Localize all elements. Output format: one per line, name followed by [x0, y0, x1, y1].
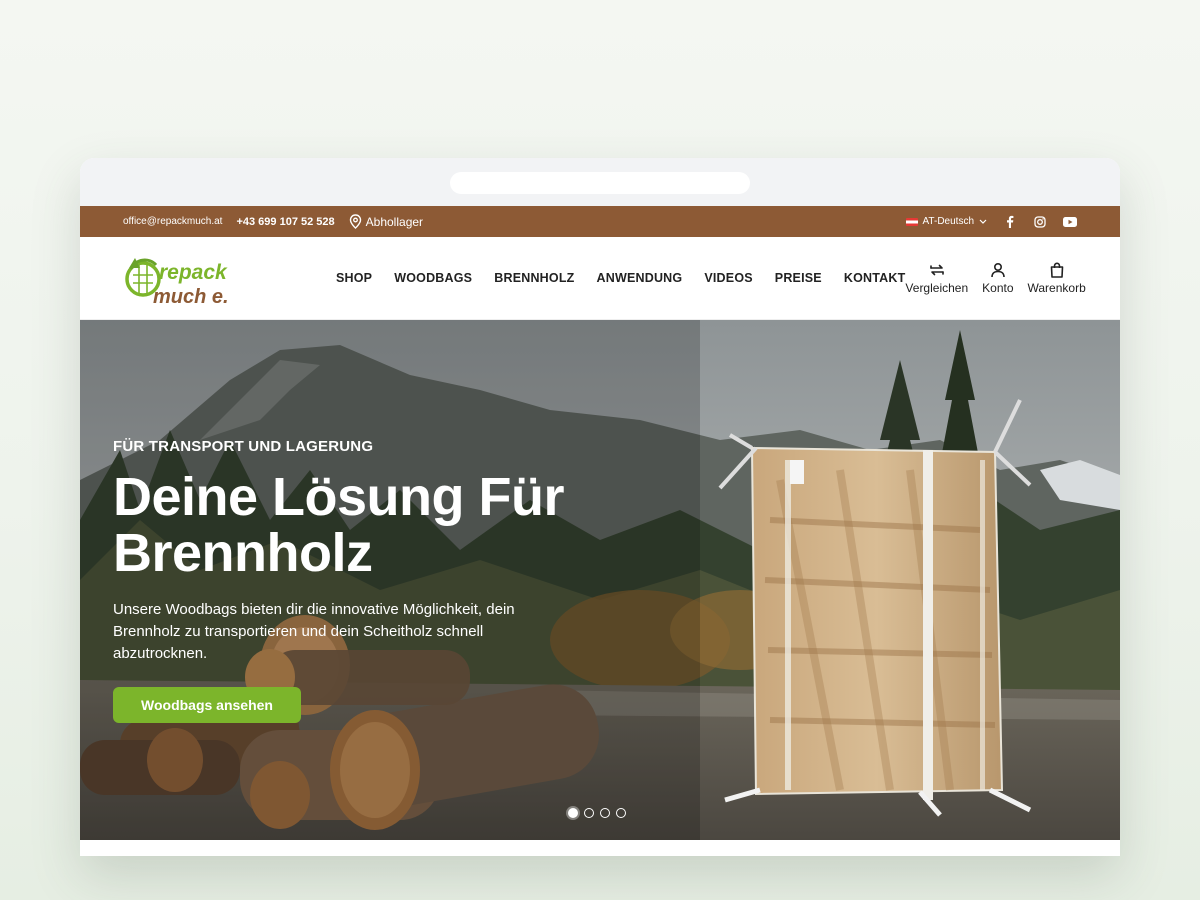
- svg-text:much e.U.: much e.U.: [153, 286, 228, 308]
- site-logo[interactable]: repack much e.U.: [123, 245, 249, 311]
- hero-content: FÜR TRANSPORT UND LAGERUNG Deine Lösung …: [113, 438, 633, 723]
- instagram-icon[interactable]: [1033, 215, 1047, 229]
- slide-dot-2[interactable]: [584, 808, 594, 818]
- account-label: Konto: [982, 280, 1014, 295]
- compare-arrows-icon: [929, 264, 944, 275]
- slide-dot-3[interactable]: [600, 808, 610, 818]
- woodbags-cta-button[interactable]: Woodbags ansehen: [113, 687, 301, 723]
- language-label: AT-Deutsch: [922, 216, 975, 227]
- account-button[interactable]: Konto: [982, 262, 1014, 295]
- hero-kicker: FÜR TRANSPORT UND LAGERUNG: [113, 438, 374, 455]
- hero-slider: FÜR TRANSPORT UND LAGERUNG Deine Lösung …: [80, 320, 1120, 840]
- top-info-bar: office@repackmuch.at +43 699 107 52 528 …: [80, 206, 1120, 237]
- menu-brennholz[interactable]: BRENNHOLZ: [494, 271, 574, 285]
- compare-label: Vergleichen: [905, 280, 969, 295]
- hero-description: Unsere Woodbags bieten dir die innovativ…: [113, 601, 515, 662]
- phone-link[interactable]: +43 699 107 52 528: [236, 216, 334, 228]
- slider-pagination: [568, 808, 626, 818]
- facebook-icon[interactable]: [1003, 215, 1017, 229]
- cart-button[interactable]: Warenkorb: [1027, 261, 1086, 295]
- chevron-down-icon: [979, 219, 987, 224]
- primary-menu: SHOP WOODBAGS BRENNHOLZ ANWENDUNG VIDEOS…: [336, 271, 905, 285]
- hero-title: Deine Lösung Für Brennholz: [113, 469, 633, 581]
- menu-preise[interactable]: PREISE: [775, 271, 822, 285]
- slide-dot-4[interactable]: [616, 808, 626, 818]
- menu-videos[interactable]: VIDEOS: [704, 271, 752, 285]
- browser-chrome: [80, 158, 1120, 206]
- menu-woodbags[interactable]: WOODBAGS: [394, 271, 472, 285]
- location-link[interactable]: Abhollager: [349, 214, 423, 229]
- address-bar[interactable]: [450, 172, 750, 194]
- repack-logo-icon: repack much e.U.: [125, 258, 249, 308]
- menu-kontakt[interactable]: KONTAKT: [844, 271, 906, 285]
- header-actions: Vergleichen Konto Warenkorb: [905, 261, 1086, 295]
- svg-text:repack: repack: [159, 261, 228, 284]
- user-icon: [991, 262, 1005, 277]
- compare-button[interactable]: Vergleichen: [905, 262, 968, 295]
- browser-window: office@repackmuch.at +43 699 107 52 528 …: [80, 158, 1120, 856]
- main-navigation: repack much e.U. SHOP WOODBAGS BRENNHOLZ…: [80, 237, 1120, 320]
- menu-anwendung[interactable]: ANWENDUNG: [597, 271, 683, 285]
- email-link[interactable]: office@repackmuch.at: [123, 216, 222, 227]
- youtube-icon[interactable]: [1063, 215, 1077, 229]
- slide-dot-1[interactable]: [568, 808, 578, 818]
- hero-title-line1: Deine Lösung Für: [113, 467, 565, 527]
- austria-flag-icon: [905, 217, 918, 226]
- location-label: Abhollager: [365, 214, 424, 229]
- cart-label: Warenkorb: [1027, 280, 1086, 295]
- menu-shop[interactable]: SHOP: [336, 271, 372, 285]
- shopping-bag-icon: [1050, 261, 1063, 278]
- hero-title-line2: Brennholz: [113, 523, 373, 583]
- language-selector[interactable]: AT-Deutsch: [905, 216, 988, 227]
- map-pin-icon: [349, 214, 361, 229]
